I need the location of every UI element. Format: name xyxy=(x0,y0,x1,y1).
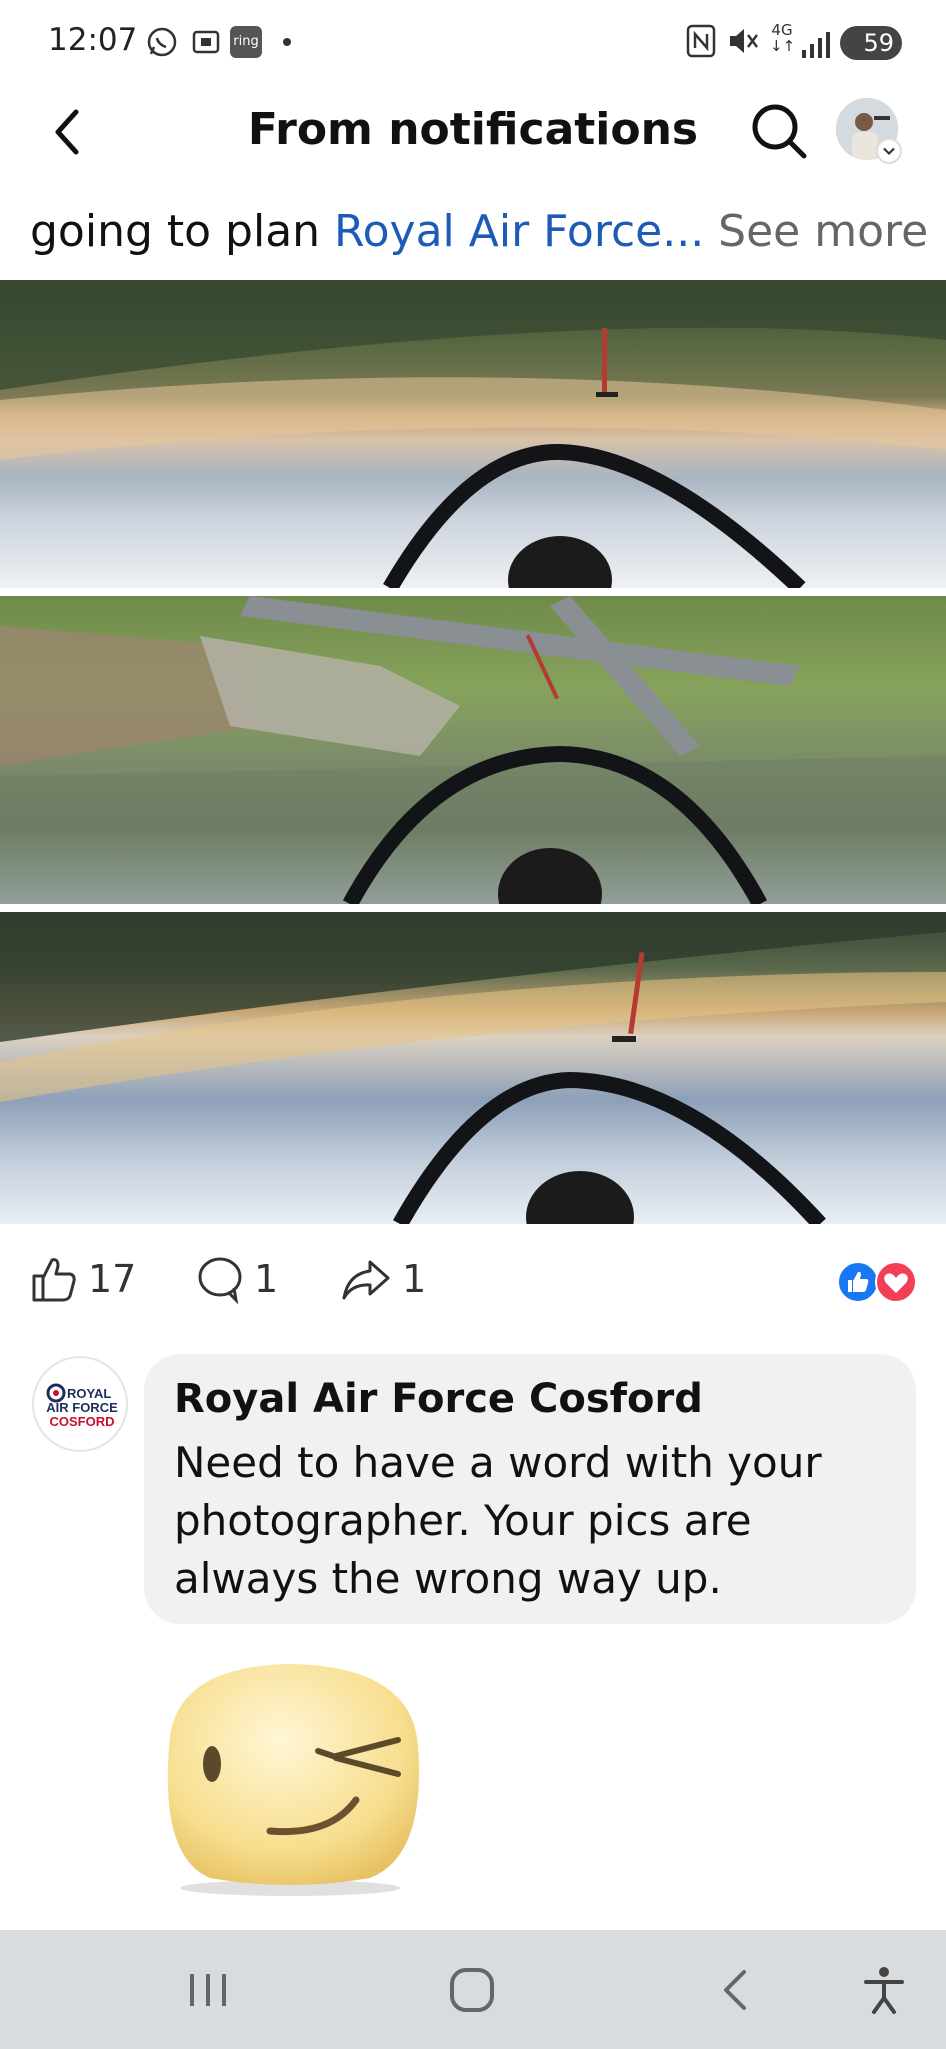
comment-button[interactable]: 1 xyxy=(196,1252,278,1306)
reactions-icon xyxy=(837,1261,917,1303)
recent-apps-icon[interactable] xyxy=(178,1960,238,2020)
like-button[interactable]: 17 xyxy=(30,1252,136,1306)
nfc-icon xyxy=(686,24,716,58)
battery-icon: 59 xyxy=(840,26,902,60)
wink-sticker xyxy=(167,1664,419,1896)
likes-count: 17 xyxy=(88,1257,137,1301)
raf-cosford-logo: ROYAL AIR FORCE COSFORD xyxy=(46,1383,118,1429)
notification-dot xyxy=(283,38,291,46)
comment-author[interactable]: Royal Air Force Cosford xyxy=(174,1376,703,1422)
post-caption: going to plan Royal Air Force... See mor… xyxy=(30,206,930,257)
system-nav-bar xyxy=(0,1930,946,2049)
search-icon[interactable] xyxy=(748,100,810,162)
app-header: From notifications xyxy=(0,90,946,174)
post-photo-2[interactable] xyxy=(0,596,946,904)
inverted-clouds-photo xyxy=(0,912,946,1224)
battery-level: 59 xyxy=(863,29,894,57)
network-type: 4G xyxy=(771,21,793,39)
caption-ellipsis: ... xyxy=(662,206,705,257)
inverted-airfield-photo xyxy=(0,596,946,904)
post-actions: 17 1 1 xyxy=(0,1240,946,1320)
share-icon xyxy=(342,1260,390,1300)
home-icon[interactable] xyxy=(442,1960,502,2020)
accessibility-icon[interactable] xyxy=(854,1960,914,2020)
see-more-link[interactable]: See more xyxy=(704,206,928,257)
comment-bubble[interactable]: Royal Air Force Cosford Need to have a w… xyxy=(144,1354,916,1624)
caption-text: going to plan xyxy=(30,206,335,257)
logo-line-1: ROYAL xyxy=(67,1386,111,1401)
comment-icon xyxy=(198,1257,242,1304)
post-photo-1[interactable] xyxy=(0,280,946,588)
caption-link-royal-air-force[interactable]: Royal Air Force xyxy=(334,206,662,257)
thumbs-up-icon xyxy=(32,1258,76,1302)
signal-icon xyxy=(802,32,830,58)
logo-line-3: COSFORD xyxy=(50,1414,115,1429)
network-label: 4G ↓↑ xyxy=(770,21,796,55)
screenshot-icon xyxy=(192,30,220,54)
logo-line-2: AIR FORCE xyxy=(46,1400,118,1415)
back-icon[interactable] xyxy=(706,1960,766,2020)
chevron-down-icon[interactable] xyxy=(876,138,902,164)
ring-icon: ring xyxy=(230,26,262,58)
share-button[interactable]: 1 xyxy=(340,1252,426,1306)
mute-icon xyxy=(730,29,758,53)
comments-count: 1 xyxy=(254,1257,279,1301)
commenter-avatar[interactable]: ROYAL AIR FORCE COSFORD xyxy=(32,1356,128,1452)
status-bar: 12:07 ring 4G ↓↑ 59 xyxy=(0,0,946,90)
post-photo-3[interactable] xyxy=(0,912,946,1224)
shares-count: 1 xyxy=(402,1257,427,1301)
status-time: 12:07 xyxy=(48,22,138,58)
whatsapp-icon xyxy=(147,27,177,57)
inverted-cockpit-photo xyxy=(0,280,946,588)
reaction-summary[interactable] xyxy=(836,1260,922,1304)
comment-text: Need to have a word with your photograph… xyxy=(174,1438,822,1603)
